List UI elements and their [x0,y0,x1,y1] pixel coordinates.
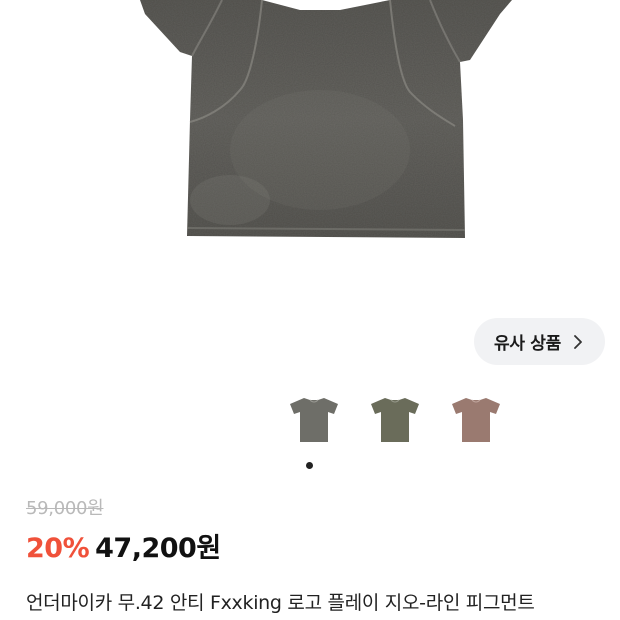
chevron-right-icon [571,334,585,349]
thumbnail-2[interactable] [365,396,425,448]
product-title: 언더마이카 무.42 안티 Fxxking 로고 플레이 지오-라인 피그먼트 [26,592,535,614]
discount-rate: 20% [26,533,90,564]
thumbnail-1[interactable] [284,396,344,448]
final-price: 47,200원 [95,533,221,564]
thumbnail-3[interactable] [446,396,506,448]
price-row: 20% 47,200원 [26,526,221,565]
original-price: 59,000원 [26,498,104,519]
similar-products-label: 유사 상품 [494,334,561,354]
similar-products-button[interactable]: 유사 상품 [474,318,605,365]
carousel-page-indicator [306,462,313,469]
color-thumbnail-strip [280,396,510,452]
